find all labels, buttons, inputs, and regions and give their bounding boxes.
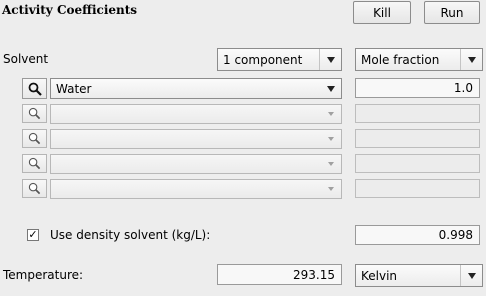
search-icon [28, 107, 41, 120]
panel-title: Activity Coefficients [2, 3, 138, 17]
search-icon [28, 132, 41, 145]
kill-button[interactable]: Kill [353, 1, 411, 24]
search-icon [28, 182, 41, 195]
solvent-amount-3[interactable] [355, 129, 480, 148]
chevron-down-icon [460, 49, 482, 70]
solvent-label: Solvent [3, 52, 49, 66]
solvent-amount-2[interactable] [355, 104, 480, 123]
chevron-down-icon [320, 105, 341, 123]
temperature-unit-select[interactable]: Kelvin [355, 264, 483, 287]
solvent-amount-5[interactable] [355, 179, 480, 198]
search-solvent-button-4[interactable] [22, 154, 47, 173]
checkmark-icon: ✓ [28, 228, 38, 241]
density-label: Use density solvent (kg/L): [50, 228, 211, 242]
components-select[interactable]: 1 component [217, 48, 342, 71]
solvent-amount-4[interactable] [355, 154, 480, 173]
solvent-select-4[interactable] [50, 154, 342, 174]
units-select-value: Mole fraction [361, 52, 440, 67]
solvent-name-1: Water [56, 81, 92, 96]
search-solvent-button-1[interactable] [22, 78, 47, 99]
temperature-label: Temperature: [3, 268, 84, 282]
search-solvent-button-5[interactable] [22, 179, 47, 198]
chevron-down-icon [320, 79, 341, 98]
chevron-down-icon [320, 180, 341, 198]
density-checkbox[interactable]: ✓ [27, 229, 39, 241]
search-solvent-button-3[interactable] [22, 129, 47, 148]
solvent-amount-1[interactable]: 1.0 [355, 78, 480, 98]
search-icon [28, 157, 41, 170]
units-select[interactable]: Mole fraction [355, 48, 483, 71]
density-value-field[interactable]: 0.998 [355, 225, 480, 245]
search-solvent-button-2[interactable] [22, 104, 47, 123]
run-button[interactable]: Run [424, 1, 480, 24]
solvent-select-3[interactable] [50, 129, 342, 149]
chevron-down-icon [319, 49, 341, 70]
solvent-select-1[interactable]: Water [50, 78, 342, 99]
solvent-select-2[interactable] [50, 104, 342, 124]
components-select-value: 1 component [223, 52, 303, 67]
search-icon [28, 82, 42, 96]
temperature-unit-value: Kelvin [361, 268, 398, 283]
chevron-down-icon [320, 155, 341, 173]
chevron-down-icon [460, 265, 482, 286]
chevron-down-icon [320, 130, 341, 148]
solvent-select-5[interactable] [50, 179, 342, 199]
temperature-value-field[interactable]: 293.15 [217, 264, 342, 285]
